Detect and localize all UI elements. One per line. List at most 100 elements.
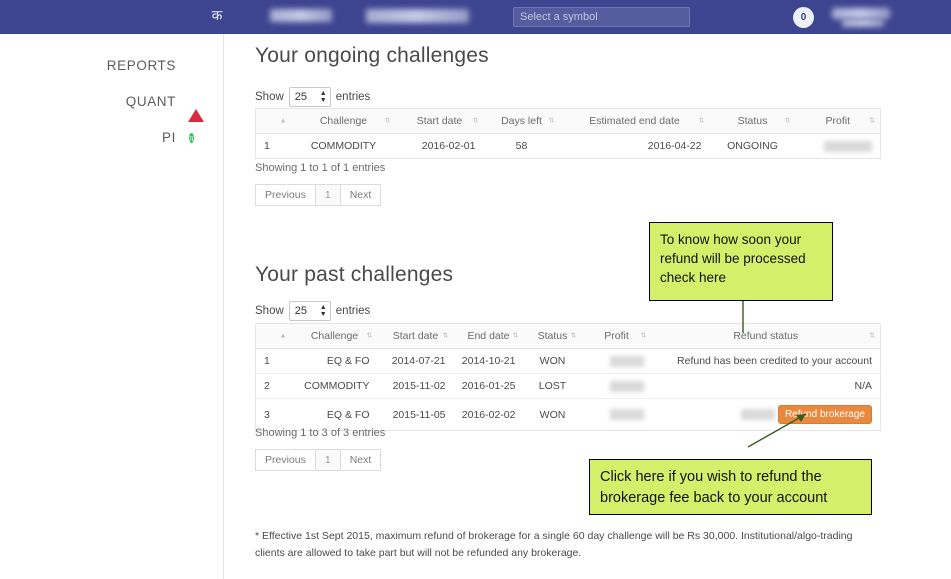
pagination-previous[interactable]: Previous (255, 449, 316, 471)
col-label: Status (537, 330, 568, 342)
table-row: 2 COMMODITY 2015-11-02 2016-01-25 LOST N… (255, 373, 881, 399)
col-status[interactable]: Status ⇅ (709, 108, 796, 134)
sidebar-item-pi[interactable]: PI π (162, 128, 205, 146)
pagination-page-1[interactable]: 1 (314, 449, 341, 471)
cell-status: WON (523, 348, 582, 374)
ongoing-challenges-table: ▲ Challenge ⇅ Start date ⇅ Days left ⇅ Esti… (255, 108, 881, 159)
cell-refund-status: N/A (651, 373, 881, 399)
triangle-icon (187, 92, 205, 122)
col-label: Start date (392, 330, 439, 342)
show-label: Show (255, 305, 284, 317)
nav-item-redacted-2[interactable] (366, 9, 469, 23)
col-label: Refund status (733, 330, 799, 342)
sort-icon: ⇅ (384, 117, 391, 125)
brokerage-footnote: * Effective 1st Sept 2015, maximum refun… (255, 530, 853, 559)
col-label: Profit (825, 115, 850, 127)
sort-icon: ⇅ (442, 332, 449, 340)
pi-circle-icon: π (189, 133, 194, 143)
symbol-search-input[interactable] (513, 7, 690, 27)
cell-start-date: 2014-07-21 (377, 348, 454, 374)
cell-status: LOST (523, 373, 582, 399)
cell-index: 1 (255, 348, 292, 374)
col-end-date[interactable]: End date ⇅ (453, 323, 524, 349)
cell-challenge: EQ & FO (291, 348, 378, 374)
cell-start-date: 2016-02-01 (421, 140, 476, 152)
cell-challenge: COMMODITY (310, 140, 377, 152)
cell-index: 3 (264, 408, 270, 421)
sort-icon: ⇅ (570, 332, 577, 340)
notification-count-badge[interactable]: 0 (793, 7, 814, 28)
sidebar-item-reports[interactable]: REPORTS (107, 56, 205, 74)
cell-estimated-end-date: 2016-04-22 (647, 140, 702, 152)
sort-icon: ⇅ (698, 117, 705, 125)
sidebar-item-label: QUANT (125, 93, 176, 109)
sort-icon: ▲ (279, 117, 287, 125)
pagination-page-1[interactable]: 1 (314, 184, 341, 206)
sort-icon: ⇅ (366, 332, 373, 340)
brand-logo-icon[interactable]: क (210, 9, 224, 26)
pagination-next[interactable]: Next (339, 184, 382, 206)
cell-refund-status: Refund has been credited to your account (651, 348, 881, 374)
col-label: Days left (501, 115, 542, 127)
cell-index: 1 (264, 140, 270, 152)
table-header-row: ▲ Challenge ⇅ Start date ⇅ End date ⇅ Statu… (255, 323, 881, 349)
col-profit[interactable]: Profit ⇅ (795, 108, 881, 134)
cell-profit-redacted (796, 134, 881, 159)
sort-icon: ⇅ (548, 117, 555, 125)
cell-index: 2 (255, 373, 292, 399)
table-row: 1 EQ & FO 2014-07-21 2014-10-21 WON Refu… (255, 348, 881, 374)
col-label: Status (737, 115, 768, 127)
sort-icon: ⇅ (640, 332, 647, 340)
col-status[interactable]: Status ⇅ (523, 323, 582, 349)
col-start-date[interactable]: Start date ⇅ (395, 108, 484, 134)
col-label: Challenge (310, 330, 359, 342)
sort-icon: ▲ (279, 332, 287, 340)
col-challenge[interactable]: Challenge ⇅ (291, 323, 378, 349)
sidebar-item-label: PI (162, 129, 176, 145)
nav-item-redacted-1[interactable] (270, 9, 332, 22)
col-label: Estimated end date (589, 115, 680, 127)
entries-select-wrapper[interactable]: 25 ▲ ▼ (288, 87, 331, 107)
col-index[interactable]: ▲ (255, 108, 292, 134)
col-label: Challenge (319, 115, 368, 127)
past-pagination: Previous 1 Next (255, 449, 382, 471)
col-profit[interactable]: Profit ⇅ (581, 323, 652, 349)
cell-profit-redacted (581, 373, 652, 399)
document-icon (187, 56, 205, 74)
sidebar-item-quant[interactable]: QUANT (125, 92, 205, 122)
cell-status: WON (539, 408, 566, 421)
entries-select-wrapper[interactable]: 25 ▲ ▼ (288, 301, 331, 321)
left-sidebar: REPORTS QUANT PI π (0, 34, 224, 579)
ongoing-showing-text: Showing 1 to 1 of 1 entries (255, 162, 386, 174)
col-refund-status[interactable]: Refund status ⇅ (651, 323, 881, 349)
past-challenges-table: ▲ Challenge ⇅ Start date ⇅ End date ⇅ Statu… (255, 323, 881, 431)
user-name-redacted[interactable] (832, 8, 890, 19)
top-navigation-bar: क 0 (0, 0, 951, 34)
past-show-entries: Show 25 ▲ ▼ entries (255, 301, 370, 321)
col-index[interactable]: ▲ (255, 323, 292, 349)
cell-days-left: 58 (515, 140, 528, 152)
pagination-previous[interactable]: Previous (255, 184, 316, 206)
col-start-date[interactable]: Start date ⇅ (377, 323, 454, 349)
sort-icon: ⇅ (784, 117, 791, 125)
past-section-title: Your past challenges (255, 263, 454, 286)
col-estimated-end-date[interactable]: Estimated end date ⇅ (559, 108, 710, 134)
cell-challenge: EQ & FO (326, 408, 370, 421)
sort-icon: ⇅ (869, 117, 875, 125)
ongoing-entries-select[interactable]: 25 (288, 87, 331, 107)
cell-end-date: 2014-10-21 (453, 348, 524, 374)
col-challenge[interactable]: Challenge ⇅ (291, 108, 396, 134)
col-days-left[interactable]: Days left ⇅ (483, 108, 560, 134)
table-header-row: ▲ Challenge ⇅ Start date ⇅ Days left ⇅ Esti… (255, 108, 881, 134)
ongoing-show-entries: Show 25 ▲ ▼ entries (255, 87, 370, 107)
past-entries-select[interactable]: 25 (288, 301, 331, 321)
cell-end-date: 2016-02-02 (461, 408, 516, 421)
sort-icon: ⇅ (869, 332, 875, 340)
cell-end-date: 2016-01-25 (453, 373, 524, 399)
refund-brokerage-button[interactable]: Refund brokerage (777, 405, 872, 424)
user-id-redacted[interactable] (842, 19, 884, 27)
entries-label: entries (335, 91, 371, 103)
show-label: Show (255, 91, 284, 103)
pagination-next[interactable]: Next (339, 449, 382, 471)
annotation-callout-refund-button: Click here if you wish to refund the bro… (589, 459, 872, 515)
